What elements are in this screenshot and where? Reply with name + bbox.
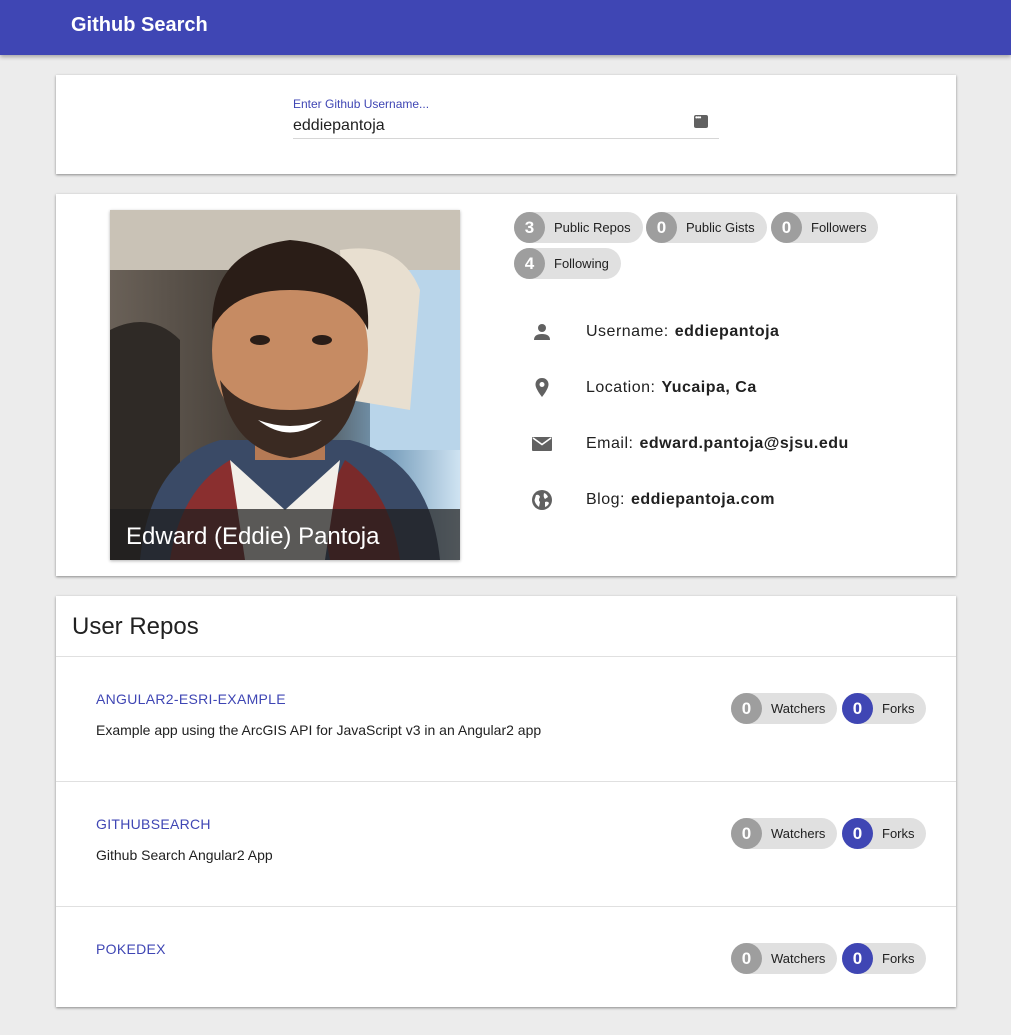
chip-public-repos: 3 Public Repos — [514, 212, 643, 243]
chip-label: Watchers — [771, 701, 826, 716]
chip-label: Public Gists — [686, 220, 755, 235]
info-value: eddiepantoja — [674, 323, 780, 340]
chip-label: Public Repos — [554, 220, 631, 235]
avatar-caption: Edward (Eddie) Pantoja — [110, 509, 460, 560]
app-toolbar: Github Search — [0, 0, 1011, 55]
info-value: eddiepantoja.com — [630, 491, 775, 508]
chip-count: 0 — [731, 818, 762, 849]
divider — [56, 906, 956, 907]
location-pin-icon — [535, 378, 549, 397]
chip-forks: 0 Forks — [842, 818, 926, 849]
chip-public-gists: 0 Public Gists — [646, 212, 767, 243]
chip-watchers: 0 Watchers — [731, 818, 837, 849]
chip-forks: 0 Forks — [842, 693, 926, 724]
repo-name-link[interactable]: GITHUBSEARCH — [96, 816, 211, 832]
chip-following: 4 Following — [514, 248, 621, 279]
chip-followers: 0 Followers — [771, 212, 878, 243]
divider — [56, 781, 956, 782]
chip-count: 0 — [771, 212, 802, 243]
info-label: Blog: — [586, 491, 625, 508]
info-label-wrap: Username: eddiepantoja — [586, 323, 779, 341]
chip-count: 0 — [646, 212, 677, 243]
chip-watchers: 0 Watchers — [731, 943, 837, 974]
chip-count: 0 — [842, 693, 873, 724]
profile-card: Edward (Eddie) Pantoja 3 Public Repos 0 … — [56, 194, 956, 576]
search-card: Enter Github Username... — [56, 75, 956, 174]
chip-label: Forks — [882, 701, 915, 716]
email-icon — [532, 437, 552, 451]
more-horiz-icon[interactable] — [694, 113, 708, 128]
info-label-wrap: Blog: eddiepantoja.com — [586, 491, 775, 509]
chip-label: Followers — [811, 220, 867, 235]
chip-label: Forks — [882, 826, 915, 841]
chip-forks: 0 Forks — [842, 943, 926, 974]
chip-count: 0 — [842, 818, 873, 849]
info-label-wrap: Location: Yucaipa, Ca — [586, 379, 757, 397]
chip-label: Following — [554, 256, 609, 271]
person-icon — [534, 324, 550, 340]
search-label: Enter Github Username... — [293, 97, 430, 111]
repo-description: Github Search Angular2 App — [96, 847, 273, 863]
avatar: Edward (Eddie) Pantoja — [110, 210, 460, 560]
info-value: Yucaipa, Ca — [661, 379, 757, 396]
repo-name-link[interactable]: POKEDEX — [96, 941, 166, 957]
repos-title: User Repos — [72, 613, 199, 640]
info-label: Email: — [586, 435, 634, 452]
repo-name-link[interactable]: ANGULAR2-ESRI-EXAMPLE — [96, 691, 286, 707]
app-title: Github Search — [71, 14, 208, 36]
divider — [56, 656, 956, 657]
profile-name: Edward (Eddie) Pantoja — [126, 523, 380, 550]
chip-count: 0 — [731, 943, 762, 974]
chip-label: Forks — [882, 951, 915, 966]
info-value: edward.pantoja@sjsu.edu — [639, 435, 849, 452]
chip-count: 0 — [731, 693, 762, 724]
chip-count: 3 — [514, 212, 545, 243]
chip-label: Watchers — [771, 951, 826, 966]
repos-card: User Repos ANGULAR2-ESRI-EXAMPLE Example… — [56, 596, 956, 1007]
repo-description: Example app using the ArcGIS API for Jav… — [96, 722, 542, 738]
info-label: Location: — [586, 379, 656, 396]
chip-count: 0 — [842, 943, 873, 974]
avatar-photo — [110, 210, 460, 560]
chip-count: 4 — [514, 248, 545, 279]
chip-label: Watchers — [771, 826, 826, 841]
username-search-input[interactable] — [293, 113, 719, 139]
info-label-wrap: Email: edward.pantoja@sjsu.edu — [586, 435, 849, 453]
info-label: Username: — [586, 323, 669, 340]
globe-icon — [532, 490, 552, 510]
chip-watchers: 0 Watchers — [731, 693, 837, 724]
